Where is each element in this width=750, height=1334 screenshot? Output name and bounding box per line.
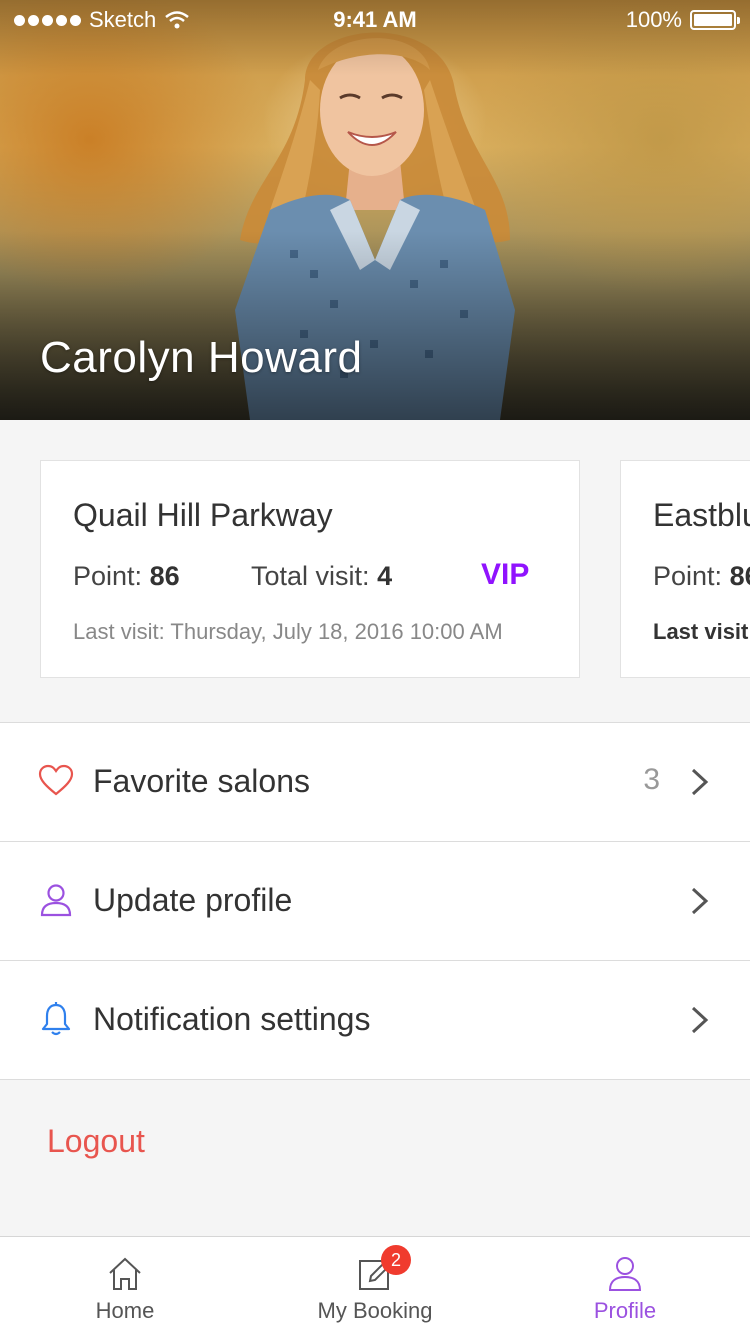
- salon-cards-carousel[interactable]: Quail Hill Parkway Point: 86 Total visit…: [0, 420, 750, 722]
- tab-label: My Booking: [317, 1298, 433, 1323]
- battery-icon: [690, 10, 740, 30]
- booking-badge: 2: [381, 1245, 411, 1275]
- tab-bar: Home 2 My Booking Profile: [0, 1236, 750, 1334]
- user-icon: [608, 1257, 642, 1291]
- menu-item-favorite-salons[interactable]: Favorite salons 3: [0, 723, 750, 842]
- heart-icon: [38, 764, 74, 796]
- visits-value: 4: [377, 561, 393, 591]
- status-bar: Sketch 9:41 AM 100%: [0, 0, 750, 40]
- menu-item-notification-settings[interactable]: Notification settings: [0, 961, 750, 1080]
- user-icon: [40, 884, 72, 917]
- profile-name: Carolyn Howard: [40, 333, 363, 382]
- menu-label: Update profile: [93, 882, 293, 918]
- battery-percent: 100%: [625, 7, 682, 32]
- visits-stat: Total visit: 4: [251, 561, 393, 591]
- points-stat: Point: 86: [653, 561, 750, 592]
- points-value: 86: [149, 561, 180, 591]
- salon-card[interactable]: Eastblu Point: 86 Last visit:: [620, 460, 750, 678]
- logout-section: Logout: [0, 1081, 750, 1236]
- vip-badge: VIP: [481, 558, 530, 591]
- tab-my-booking[interactable]: 2 My Booking: [250, 1237, 500, 1334]
- carrier-label: Sketch: [89, 7, 157, 32]
- tab-label: Home: [95, 1298, 155, 1323]
- menu-label: Favorite salons: [93, 763, 310, 799]
- last-visit: Last visit:: [653, 619, 750, 644]
- tab-label: Profile: [593, 1298, 657, 1323]
- profile-menu: Favorite salons 3 Update profile Notific…: [0, 722, 750, 1080]
- chevron-right-icon: [691, 887, 709, 915]
- profile-header-photo: Sketch 9:41 AM 100% Carolyn Howard: [0, 0, 750, 420]
- salon-card[interactable]: Quail Hill Parkway Point: 86 Total visit…: [40, 460, 580, 678]
- salon-name: Eastblu: [653, 497, 750, 533]
- last-visit: Last visit: Thursday, July 18, 2016 10:0…: [73, 619, 503, 644]
- bell-icon: [41, 1002, 71, 1036]
- tab-home[interactable]: Home: [0, 1237, 250, 1334]
- menu-label: Notification settings: [93, 1001, 371, 1037]
- signal-dots-icon: [14, 14, 81, 26]
- points-value: 86: [729, 561, 750, 591]
- logout-button[interactable]: Logout: [47, 1123, 145, 1160]
- home-icon: [109, 1257, 141, 1290]
- tab-profile[interactable]: Profile: [500, 1237, 750, 1334]
- favorite-count: 3: [643, 763, 660, 796]
- chevron-right-icon: [691, 1006, 709, 1034]
- wifi-icon: [165, 11, 190, 29]
- menu-item-update-profile[interactable]: Update profile: [0, 842, 750, 961]
- salon-name: Quail Hill Parkway: [73, 497, 333, 533]
- points-stat: Point: 86: [73, 561, 180, 591]
- chevron-right-icon: [691, 768, 709, 796]
